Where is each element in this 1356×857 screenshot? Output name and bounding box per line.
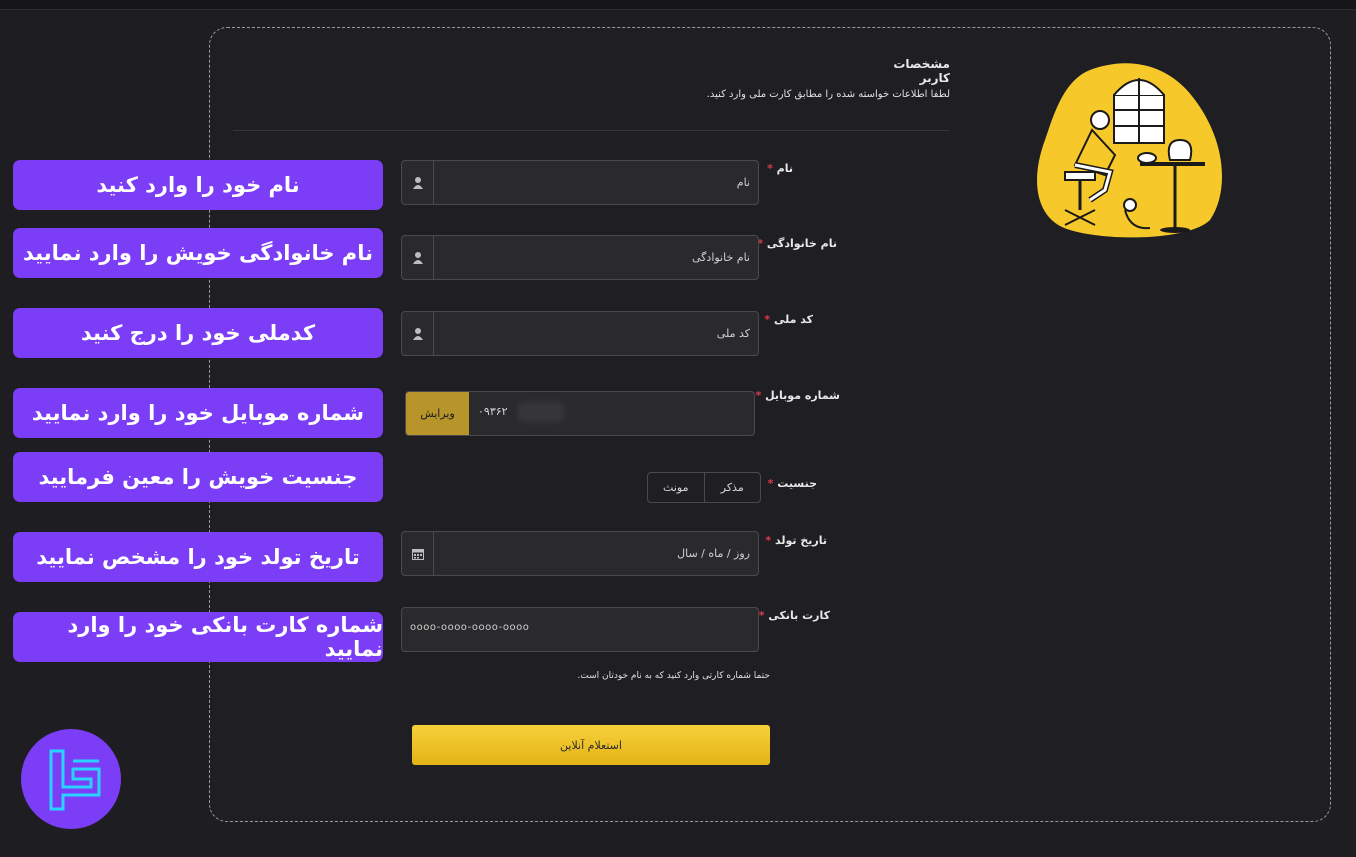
annotation-gender: جنسیت خویش را معین فرمایید bbox=[13, 452, 383, 502]
brand-logo bbox=[21, 729, 121, 829]
annotation-last-name: نام خانوادگی خویش را وارد نمایید bbox=[13, 228, 383, 278]
divider bbox=[233, 130, 949, 131]
section-title: مشخصات کاربر bbox=[893, 57, 950, 85]
bank-card-field[interactable]: oooo-oooo-oooo-oooo bbox=[401, 607, 759, 652]
bank-card-placeholder: oooo-oooo-oooo-oooo bbox=[410, 622, 530, 633]
bank-card-hint: حتما شماره کارتی وارد کنید که به نام خود… bbox=[577, 671, 770, 681]
birth-date-input[interactable] bbox=[438, 532, 750, 575]
mobile-field: ویرایش ۰۹۳۶۲ bbox=[405, 391, 755, 436]
user-icon bbox=[402, 312, 434, 355]
annotation-bank-card: شماره کارت بانکی خود را وارد نمایید bbox=[13, 612, 383, 662]
national-code-input[interactable] bbox=[438, 312, 750, 355]
brand-logo-mark bbox=[49, 749, 101, 811]
mobile-value: ۰۹۳۶۲ bbox=[478, 405, 508, 418]
section-subtitle: لطفا اطلاعات خواسته شده را مطابق کارت مل… bbox=[706, 89, 950, 100]
user-icon bbox=[402, 161, 434, 204]
online-inquiry-button[interactable]: استعلام آنلاین bbox=[412, 725, 770, 765]
birth-date-field bbox=[401, 531, 759, 576]
top-bar bbox=[0, 0, 1356, 10]
annotation-first-name: نام خود را وارد کنید bbox=[13, 160, 383, 210]
gender-option-male[interactable]: مذکر bbox=[705, 473, 761, 502]
annotation-national-code: کدملی خود را درج کنید bbox=[13, 308, 383, 358]
user-icon bbox=[402, 236, 434, 279]
illustration bbox=[1037, 63, 1222, 238]
calendar-icon bbox=[402, 532, 434, 575]
annotation-birth-date: تاریخ تولد خود را مشخص نمایید bbox=[13, 532, 383, 582]
last-name-input[interactable] bbox=[438, 236, 750, 279]
annotation-mobile: شماره موبایل خود را وارد نمایید bbox=[13, 388, 383, 438]
mobile-edit-button[interactable]: ویرایش bbox=[406, 392, 469, 435]
first-name-field bbox=[401, 160, 759, 205]
first-name-input[interactable] bbox=[438, 161, 750, 204]
mobile-redacted bbox=[518, 402, 564, 422]
gender-option-female[interactable]: مونث bbox=[648, 473, 705, 502]
national-code-field bbox=[401, 311, 759, 356]
gender-toggle: مونث مذکر bbox=[647, 472, 761, 503]
last-name-field bbox=[401, 235, 759, 280]
